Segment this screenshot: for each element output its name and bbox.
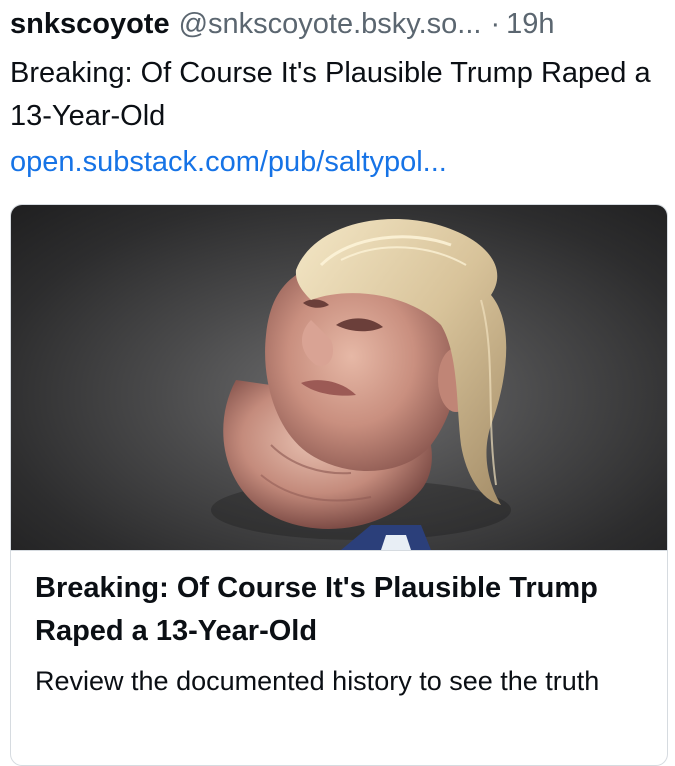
- caricature-illustration: [211, 219, 511, 550]
- meta-separator: ·: [490, 8, 501, 40]
- post-text: Breaking: Of Course It's Plausible Trump…: [10, 57, 651, 132]
- author-display-name[interactable]: snkscoyote: [10, 2, 170, 46]
- post-header: snkscoyote @snkscoyote.bsky.so... · 19h: [10, 2, 670, 46]
- post[interactable]: snkscoyote @snkscoyote.bsky.so... · 19h …: [0, 0, 675, 766]
- link-card[interactable]: Breaking: Of Course It's Plausible Trump…: [10, 204, 668, 766]
- card-description: Review the documented history to see the…: [35, 666, 600, 696]
- card-body: Breaking: Of Course It's Plausible Trump…: [11, 550, 667, 696]
- post-link[interactable]: open.substack.com/pub/saltypol...: [10, 141, 447, 184]
- card-thumbnail-image: [11, 205, 667, 550]
- card-title: Breaking: Of Course It's Plausible Trump…: [35, 572, 598, 647]
- author-handle[interactable]: @snkscoyote.bsky.so...: [179, 2, 482, 46]
- post-timestamp[interactable]: 19h: [506, 2, 554, 46]
